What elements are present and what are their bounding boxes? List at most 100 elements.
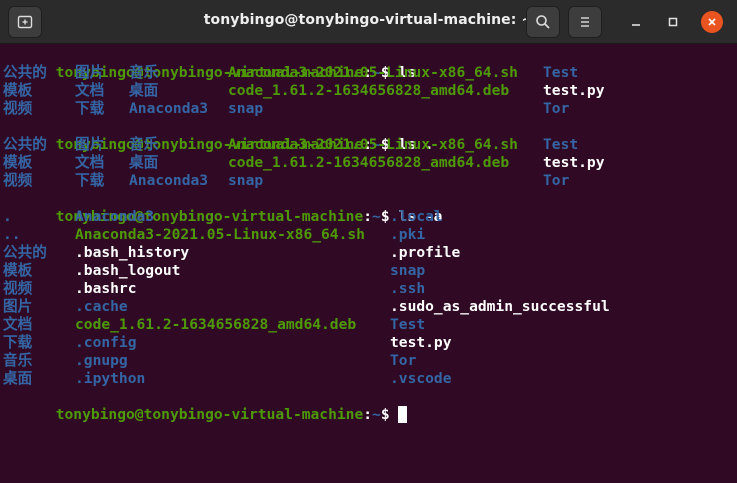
dir-entry: 图片 [75,64,105,81]
text-cursor [398,406,408,423]
prompt-symbol: $ [380,406,390,423]
scrollbar[interactable] [728,46,736,483]
output-line: 公共的 图片 音乐 Anaconda3-2021.05-Linux-x86_64… [3,64,578,82]
dir-entry: 下载 [75,100,105,117]
prompt-line: tonybingo@tonybingo-virtual-machine:~$ l… [3,190,443,225]
output-line: 视频 下载 Anaconda3 snap Tor [3,172,569,190]
file-entry: .bash_history [75,244,190,261]
title-bar: tonybingo@tonybingo-virtual-machine: ~ [0,0,737,44]
exec-entry: code_1.61.2-1634656828_amd64.deb [228,154,510,171]
terminal-content[interactable]: tonybingo@tonybingo-virtual-machine:~$ l… [3,46,723,483]
prompt-user: tonybingo@tonybingo-virtual-machine [55,406,364,423]
dir-entry: Anaconda3 [129,172,209,189]
dir-entry: 文档 [3,316,33,333]
prompt-separator: : [363,406,373,423]
minimize-button[interactable] [625,11,647,33]
dir-entry: 公共的 [3,244,47,261]
output-line: 图片 .cache .sudo_as_admin_successful [3,298,610,316]
dir-entry: .local [390,208,443,225]
dir-entry: .ipython [75,370,146,387]
dir-entry: 音乐 [129,64,159,81]
dir-entry: Anaconda3 [75,208,155,225]
dir-entry: .gnupg [75,352,128,369]
prompt-symbol: $ [380,208,390,225]
dir-entry: .. [3,226,21,243]
exec-entry: Anaconda3-2021.05-Linux-x86_64.sh [228,64,518,81]
maximize-icon [668,17,678,27]
file-entry: test.py [390,334,452,351]
prompt-path: ~ [372,208,381,225]
dir-entry: 图片 [3,298,33,315]
dir-entry: .config [75,334,137,351]
terminal-window: tonybingo@tonybingo-virtual-machine: ~ t… [0,0,737,483]
dir-entry: 桌面 [3,370,33,387]
dir-entry: 下载 [3,334,33,351]
file-entry: test.py [543,154,605,171]
dir-entry: .pki [390,226,426,243]
output-line: 下载 .config test.py [3,334,452,352]
dir-entry: Test [390,316,426,333]
file-entry: .bash_logout [75,262,181,279]
dir-entry: 图片 [75,136,105,153]
dir-entry: Test [543,136,579,153]
menu-button[interactable] [568,6,602,38]
dir-entry: 公共的 [3,64,47,81]
prompt-line: tonybingo@tonybingo-virtual-machine:~$ [3,388,408,423]
dir-entry: Tor [543,172,570,189]
exec-entry: code_1.61.2-1634656828_amd64.deb [228,82,510,99]
dir-entry: snap [228,172,264,189]
exec-entry: Anaconda3-2021.05-Linux-x86_64.sh [228,136,518,153]
dir-entry: Tor [543,100,570,117]
maximize-button[interactable] [662,11,684,33]
exec-entry: code_1.61.2-1634656828_amd64.deb [75,316,357,333]
output-line: 文档 code_1.61.2-1634656828_amd64.deb Test [3,316,425,334]
output-line: 模板 文档 桌面 code_1.61.2-1634656828_amd64.de… [3,154,605,172]
file-entry: .sudo_as_admin_successful [390,298,610,315]
prompt-line: tonybingo@tonybingo-virtual-machine:~$ l… [3,118,434,153]
output-line: .. Anaconda3-2021.05-Linux-x86_64.sh .pk… [3,226,425,244]
file-entry: test.py [543,82,605,99]
output-line: 桌面 .ipython .vscode [3,370,452,388]
minimize-icon [632,24,640,26]
dir-entry: 桌面 [129,154,159,171]
dir-entry: .ssh [390,280,426,297]
search-button[interactable] [526,6,560,38]
close-button[interactable] [701,11,723,33]
file-entry: .bashrc [75,280,137,297]
search-icon [536,15,550,29]
output-line: 视频 .bashrc .ssh [3,280,425,298]
dir-entry: 文档 [75,82,105,99]
dir-entry: . [3,208,12,225]
dir-entry: Test [543,64,579,81]
output-line: 公共的 .bash_history .profile [3,244,460,262]
output-line: 公共的 图片 音乐 Anaconda3-2021.05-Linux-x86_64… [3,136,578,154]
dir-entry: .vscode [390,370,452,387]
output-line: 视频 下载 Anaconda3 snap Tor [3,100,569,118]
prompt-line: tonybingo@tonybingo-virtual-machine:~$ l… [3,46,416,81]
output-line: 音乐 .gnupg Tor [3,352,416,370]
output-line: . Anaconda3 .local [3,208,443,226]
dir-entry: 模板 [3,154,33,171]
prompt-separator: : [363,208,373,225]
dir-entry: 音乐 [3,352,33,369]
close-icon [708,18,716,26]
dir-entry: 音乐 [129,136,159,153]
prompt-path: ~ [372,406,381,423]
exec-entry: Anaconda3-2021.05-Linux-x86_64.sh [75,226,365,243]
dir-entry: 视频 [3,280,33,297]
dir-entry: .cache [75,298,128,315]
dir-entry: 下载 [75,172,105,189]
file-entry: .profile [390,244,461,261]
dir-entry: 桌面 [129,82,159,99]
menu-icon [581,17,589,27]
output-line: 模板 .bash_logout snap [3,262,425,280]
dir-entry: Anaconda3 [129,100,209,117]
dir-entry: snap [228,100,264,117]
dir-entry: 模板 [3,262,33,279]
dir-entry: 公共的 [3,136,47,153]
dir-entry: 视频 [3,100,33,117]
dir-entry: 视频 [3,172,33,189]
dir-entry: 文档 [75,154,105,171]
dir-entry: 模板 [3,82,33,99]
output-line: 模板 文档 桌面 code_1.61.2-1634656828_amd64.de… [3,82,605,100]
